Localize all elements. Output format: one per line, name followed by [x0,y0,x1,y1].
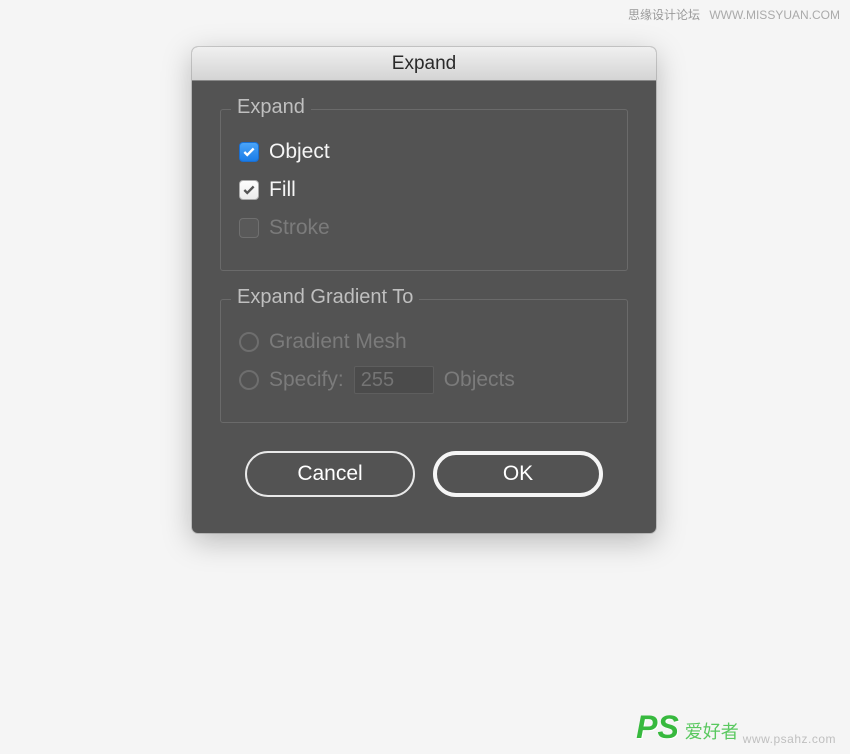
object-row: Object [239,138,609,166]
dialog-titlebar: Expand [192,47,656,81]
checkmark-icon [242,183,256,197]
watermark-top: 思缘设计论坛 WWW.MISSYUAN.COM [628,6,840,23]
mesh-row: Gradient Mesh [239,328,609,356]
cancel-button[interactable]: Cancel [245,451,415,497]
watermark-ps: PS [636,709,679,746]
gradient-legend: Expand Gradient To [231,286,419,309]
stroke-checkbox [239,218,259,238]
stroke-label: Stroke [269,216,330,240]
dialog-title: Expand [392,53,456,75]
watermark-top-cn: 思缘设计论坛 [628,8,700,22]
expand-group: Expand Object Fill Stroke [220,109,628,271]
fill-checkbox[interactable] [239,180,259,200]
watermark-bottom: PS 爱好者 www.psahz.com [636,709,836,746]
ok-label: OK [503,462,533,486]
specify-radio [239,370,259,390]
watermark-cn: 爱好者 [685,718,739,744]
fill-label: Fill [269,178,296,202]
mesh-label: Gradient Mesh [269,330,407,354]
expand-dialog: Expand Expand Object Fill Stroke [192,47,656,533]
fill-row: Fill [239,176,609,204]
object-checkbox[interactable] [239,142,259,162]
dialog-body: Expand Object Fill Stroke Expand Gradien… [192,81,656,533]
cancel-label: Cancel [297,462,362,486]
specify-label: Specify: [269,368,344,392]
specify-row: Specify: 255 Objects [239,366,609,394]
checkmark-icon [242,145,256,159]
expand-legend: Expand [231,96,311,119]
watermark-url: www.psahz.com [743,732,836,746]
specify-suffix: Objects [444,368,515,392]
watermark-top-url: WWW.MISSYUAN.COM [709,8,840,22]
object-label: Object [269,140,330,164]
button-row: Cancel OK [220,451,628,497]
mesh-radio [239,332,259,352]
stroke-row: Stroke [239,214,609,242]
gradient-group: Expand Gradient To Gradient Mesh Specify… [220,299,628,423]
specify-input: 255 [354,366,434,394]
ok-button[interactable]: OK [433,451,603,497]
